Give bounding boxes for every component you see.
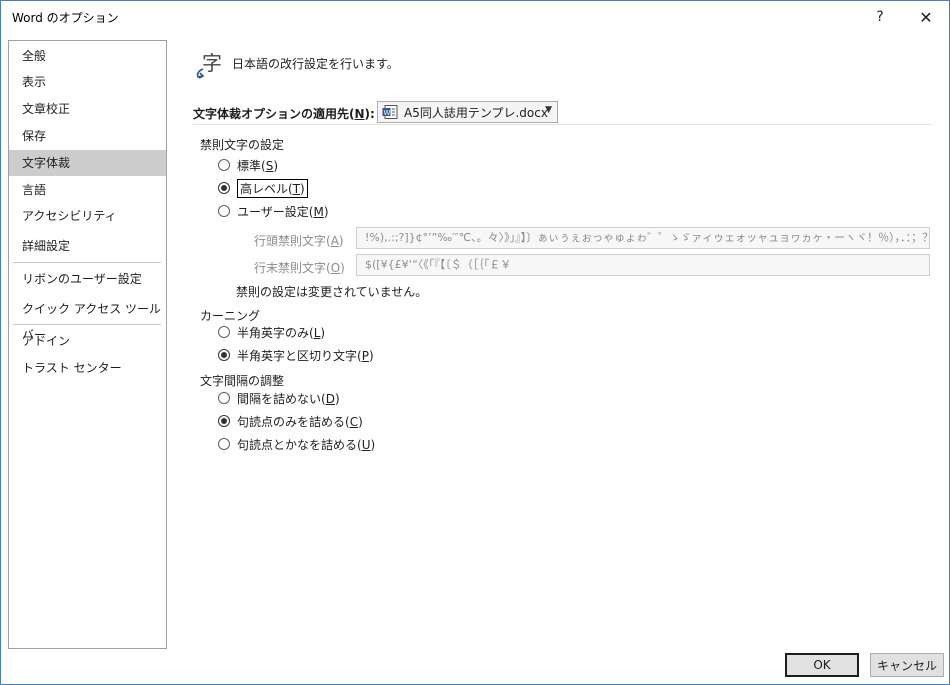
radio-circle[interactable] — [218, 415, 230, 427]
kinsoku-high-level-radio[interactable]: 高レベル(T) — [218, 178, 308, 198]
apply-target-value: A5同人誌用テンプレ.docx — [404, 105, 548, 120]
radio-circle[interactable] — [218, 205, 230, 217]
kinsoku-custom-radio[interactable]: ユーザー設定(M) — [218, 202, 329, 220]
line-head-kinsoku-field[interactable]: !%),.:;?]}¢°’”‰′″℃、。々〉》」』】〕ぁぃぅぇぉっゃゅょゎ゛゜ゝ… — [356, 227, 930, 249]
sidebar-item-accessibility[interactable]: アクセシビリティ — [9, 203, 166, 229]
sidebar-item-proofing[interactable]: 文章校正 — [9, 96, 166, 122]
sidebar-item-save[interactable]: 保存 — [9, 123, 166, 149]
sidebar-item-typography[interactable]: 文字体裁 — [9, 150, 166, 176]
spacing-punctuation-only-radio[interactable]: 句読点のみを詰める(C) — [218, 412, 363, 430]
sidebar-item-addins[interactable]: アドイン — [9, 328, 166, 354]
window-title: Word のオプション — [12, 11, 119, 25]
svg-text:W: W — [384, 109, 391, 117]
radio-circle[interactable] — [218, 182, 230, 194]
radio-circle[interactable] — [218, 349, 230, 361]
typography-icon: 字 — [196, 51, 222, 79]
typography-panel: 字 日本語の改行設定を行います。 文字体裁オプションの適用先(N): W A5同… — [176, 35, 936, 465]
svg-text:字: 字 — [202, 51, 222, 75]
word-document-icon: W — [382, 105, 398, 119]
sidebar-item-trust-center[interactable]: トラスト センター — [9, 355, 166, 381]
sidebar-separator — [13, 262, 161, 263]
sidebar-item-general[interactable]: 全般 — [9, 43, 166, 69]
radio-circle[interactable] — [218, 438, 230, 450]
word-options-dialog: Word のオプション ? ✕ 全般 表示 文章校正 保存 文字体裁 言語 アク… — [0, 0, 950, 685]
sidebar-item-advanced[interactable]: 詳細設定 — [9, 233, 166, 259]
sidebar: 全般 表示 文章校正 保存 文字体裁 言語 アクセシビリティ 詳細設定 リボンの… — [8, 40, 167, 649]
kerning-halfwidth-punctuation-radio[interactable]: 半角英字と区切り文字(P) — [218, 346, 374, 364]
cancel-button[interactable]: キャンセル — [870, 653, 944, 677]
line-tail-label: 行末禁則文字(O) — [254, 261, 345, 275]
apply-target-label: 文字体裁オプションの適用先(N): — [193, 107, 375, 121]
kerning-halfwidth-only-radio[interactable]: 半角英字のみ(L) — [218, 323, 325, 341]
section-divider — [193, 124, 931, 125]
sidebar-item-language[interactable]: 言語 — [9, 177, 166, 203]
chevron-down-icon: ▼ — [545, 105, 552, 115]
line-head-label: 行頭禁則文字(A) — [254, 234, 344, 248]
sidebar-item-quick-access-toolbar[interactable]: クイック アクセス ツール バー — [9, 296, 166, 342]
radio-circle[interactable] — [218, 159, 230, 171]
kerning-group-title: カーニング — [200, 309, 261, 323]
panel-description: 日本語の改行設定を行います。 — [232, 57, 399, 71]
spacing-group-title: 文字間隔の調整 — [200, 374, 285, 388]
apply-target-dropdown[interactable]: W A5同人誌用テンプレ.docx ▼ — [377, 101, 558, 123]
kinsoku-standard-radio[interactable]: 標準(S) — [218, 156, 278, 174]
line-tail-kinsoku-field[interactable]: $([¥{£¥‘“〈《「『【〔＄（［｛｢￡￥ — [356, 254, 930, 276]
sidebar-item-display[interactable]: 表示 — [9, 69, 166, 95]
sidebar-separator — [13, 324, 161, 325]
kinsoku-status-note: 禁則の設定は変更されていません。 — [236, 285, 428, 299]
spacing-punctuation-kana-radio[interactable]: 句読点とかなを詰める(U) — [218, 435, 375, 453]
close-icon[interactable]: ✕ — [903, 1, 949, 33]
radio-circle[interactable] — [218, 326, 230, 338]
title-bar: Word のオプション ? ✕ — [1, 1, 949, 33]
radio-circle[interactable] — [218, 392, 230, 404]
ok-button[interactable]: OK — [785, 653, 859, 677]
sidebar-item-customize-ribbon[interactable]: リボンのユーザー設定 — [9, 266, 166, 292]
spacing-no-compress-radio[interactable]: 間隔を詰めない(D) — [218, 389, 340, 407]
help-icon[interactable]: ? — [857, 1, 903, 33]
kinsoku-group-title: 禁則文字の設定 — [200, 138, 285, 152]
